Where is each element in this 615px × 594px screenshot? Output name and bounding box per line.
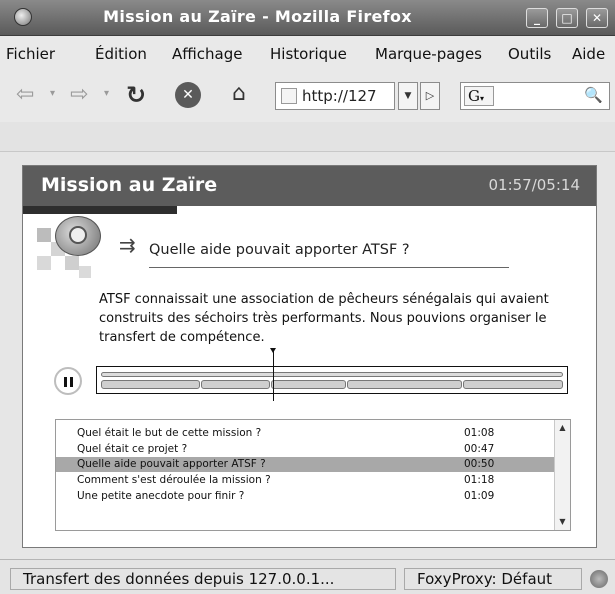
go-button[interactable]: ▷ bbox=[420, 82, 440, 110]
url-bar[interactable]: http://127 bbox=[275, 82, 395, 110]
timeline-track[interactable] bbox=[96, 366, 568, 394]
header-accent bbox=[23, 206, 177, 214]
back-dropdown-icon[interactable]: ▾ bbox=[50, 88, 55, 99]
status-text: Transfert des données depuis 127.0.0.1..… bbox=[10, 568, 396, 590]
timeline-segment[interactable] bbox=[271, 380, 346, 389]
stop-icon[interactable]: ✕ bbox=[175, 82, 201, 108]
pause-icon bbox=[64, 377, 67, 387]
reload-icon[interactable]: ↻ bbox=[126, 81, 146, 109]
search-icon[interactable]: 🔍 bbox=[584, 86, 603, 104]
player-panel: Mission au Zaïre 01:57/05:14 ⇉ Quelle ai… bbox=[22, 165, 597, 548]
chapter-row-selected[interactable]: Quelle aide pouvait apporter ATSF ? 00:5… bbox=[56, 457, 554, 472]
menu-historique[interactable]: Historique bbox=[270, 45, 347, 63]
home-icon[interactable]: ⌂ bbox=[232, 81, 246, 106]
page-favicon-icon bbox=[281, 88, 297, 104]
timeline-segment[interactable] bbox=[101, 380, 200, 389]
answer-text: ATSF connaissait une association de pêch… bbox=[99, 292, 549, 345]
chapter-list: Quel était le but de cette mission ? 01:… bbox=[55, 419, 571, 531]
page-content: Mission au Zaïre 01:57/05:14 ⇉ Quelle ai… bbox=[8, 152, 609, 559]
chapter-row[interactable]: Quel était le but de cette mission ? 01:… bbox=[56, 426, 554, 441]
question-arrow-icon: ⇉ bbox=[119, 233, 136, 257]
url-text: http://127 bbox=[302, 87, 377, 105]
playhead-line[interactable] bbox=[273, 351, 274, 401]
search-engine-selector[interactable]: G▾ bbox=[464, 86, 494, 106]
search-box[interactable]: G▾ 🔍 bbox=[460, 82, 610, 110]
chapter-row[interactable]: Comment s'est déroulée la mission ? 01:1… bbox=[56, 473, 554, 488]
logo-icon bbox=[37, 216, 112, 278]
pause-button[interactable] bbox=[54, 367, 82, 395]
foxyproxy-status[interactable]: FoxyProxy: Défaut bbox=[404, 568, 582, 590]
question-underline bbox=[149, 267, 509, 268]
firefox-icon[interactable] bbox=[14, 8, 32, 26]
menu-aide[interactable]: Aide bbox=[572, 45, 605, 63]
maximize-button[interactable]: □ bbox=[556, 8, 578, 28]
playback-time: 01:57/05:14 bbox=[488, 176, 580, 194]
menu-outils[interactable]: Outils bbox=[508, 45, 551, 63]
chapter-scrollbar[interactable]: ▲ ▼ bbox=[554, 420, 570, 530]
close-button[interactable]: ✕ bbox=[586, 8, 608, 28]
forward-icon[interactable]: ⇨ bbox=[70, 82, 88, 107]
status-bar: Transfert des données depuis 127.0.0.1..… bbox=[0, 559, 615, 594]
timeline-rail bbox=[101, 372, 563, 377]
menu-bar: Fichier Édition Affichage Historique Mar… bbox=[0, 36, 615, 72]
panel-header: Mission au Zaïre 01:57/05:14 bbox=[23, 166, 596, 206]
timeline-segment[interactable] bbox=[463, 380, 563, 389]
menu-marque-pages[interactable]: Marque-pages bbox=[375, 45, 482, 63]
url-history-dropdown[interactable]: ▼ bbox=[398, 82, 418, 110]
timeline-segment[interactable] bbox=[347, 380, 462, 389]
menu-edition[interactable]: Édition bbox=[95, 45, 147, 63]
minimize-button[interactable]: _ bbox=[526, 8, 548, 28]
bookmarks-toolbar bbox=[0, 122, 615, 152]
page-title: Mission au Zaïre bbox=[41, 174, 218, 196]
menu-affichage[interactable]: Affichage bbox=[172, 45, 242, 63]
chapter-row[interactable]: Quel était ce projet ? 00:47 bbox=[56, 442, 554, 457]
back-icon[interactable]: ⇦ bbox=[16, 82, 34, 107]
chapter-row[interactable]: Une petite anecdote pour finir ? 01:09 bbox=[56, 489, 554, 504]
window-title: Mission au Zaïre - Mozilla Firefox bbox=[103, 7, 412, 26]
question-title: Quelle aide pouvait apporter ATSF ? bbox=[149, 242, 410, 258]
timeline-segment[interactable] bbox=[201, 380, 270, 389]
menu-fichier[interactable]: Fichier bbox=[6, 45, 55, 63]
scroll-down-icon[interactable]: ▼ bbox=[557, 516, 568, 527]
scroll-up-icon[interactable]: ▲ bbox=[557, 422, 568, 433]
forward-dropdown-icon[interactable]: ▾ bbox=[104, 88, 109, 99]
navigation-toolbar: ⇦ ▾ ⇨ ▾ ↻ ✕ ⌂ http://127 ▼ ▷ G▾ 🔍 bbox=[0, 72, 615, 122]
foxyproxy-icon[interactable] bbox=[590, 570, 608, 588]
title-bar: Mission au Zaïre - Mozilla Firefox _ □ ✕ bbox=[0, 0, 615, 36]
